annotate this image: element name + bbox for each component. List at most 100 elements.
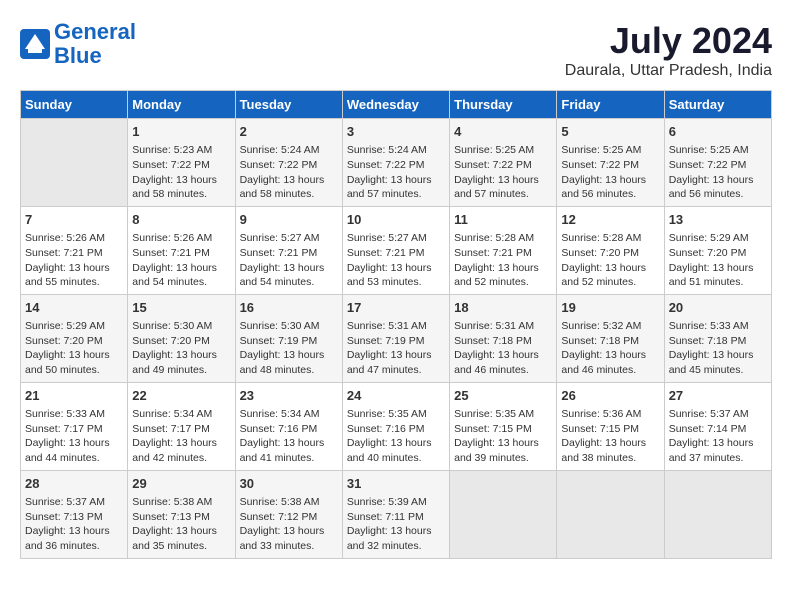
date-number: 28 [25,475,123,493]
logo: General Blue [20,20,136,68]
date-number: 8 [132,211,230,229]
cell-info: Sunrise: 5:35 AM Sunset: 7:15 PM Dayligh… [454,407,552,466]
header-cell-friday: Friday [557,91,664,119]
date-number: 7 [25,211,123,229]
week-row-1: 1 Sunrise: 5:23 AM Sunset: 7:22 PM Daylig… [21,119,772,207]
cell-info: Sunrise: 5:39 AM Sunset: 7:11 PM Dayligh… [347,495,445,554]
calendar-cell: 6 Sunrise: 5:25 AM Sunset: 7:22 PM Daylig… [664,119,771,207]
header-cell-thursday: Thursday [450,91,557,119]
calendar-cell [21,119,128,207]
calendar-cell: 15 Sunrise: 5:30 AM Sunset: 7:20 PM Dayli… [128,294,235,382]
calendar-cell: 18 Sunrise: 5:31 AM Sunset: 7:18 PM Dayli… [450,294,557,382]
date-number: 30 [240,475,338,493]
date-number: 13 [669,211,767,229]
cell-info: Sunrise: 5:25 AM Sunset: 7:22 PM Dayligh… [561,143,659,202]
calendar-cell: 10 Sunrise: 5:27 AM Sunset: 7:21 PM Dayli… [342,206,449,294]
cell-info: Sunrise: 5:25 AM Sunset: 7:22 PM Dayligh… [454,143,552,202]
week-row-4: 21 Sunrise: 5:33 AM Sunset: 7:17 PM Dayli… [21,382,772,470]
date-number: 17 [347,299,445,317]
calendar-cell: 30 Sunrise: 5:38 AM Sunset: 7:12 PM Dayli… [235,470,342,558]
calendar-cell: 8Sunrise: 5:26 AM Sunset: 7:21 PM Daylig… [128,206,235,294]
date-number: 22 [132,387,230,405]
cell-info: Sunrise: 5:25 AM Sunset: 7:22 PM Dayligh… [669,143,767,202]
title-block: July 2024 Daurala, Uttar Pradesh, India [565,20,772,80]
cell-info: Sunrise: 5:23 AM Sunset: 7:22 PM Dayligh… [132,143,230,202]
date-number: 1 [132,123,230,141]
logo-text: General Blue [54,20,136,68]
calendar-cell: 26 Sunrise: 5:36 AM Sunset: 7:15 PM Dayli… [557,382,664,470]
cell-info: Sunrise: 5:27 AM Sunset: 7:21 PM Dayligh… [347,231,445,290]
date-number: 27 [669,387,767,405]
cell-info: Sunrise: 5:38 AM Sunset: 7:13 PM Dayligh… [132,495,230,554]
cell-info: Sunrise: 5:26 AM Sunset: 7:21 PM Dayligh… [25,231,123,290]
cell-info: Sunrise: 5:28 AM Sunset: 7:20 PM Dayligh… [561,231,659,290]
cell-info: Sunrise: 5:33 AM Sunset: 7:17 PM Dayligh… [25,407,123,466]
date-number: 12 [561,211,659,229]
header-cell-monday: Monday [128,91,235,119]
cell-info: Sunrise: 5:37 AM Sunset: 7:14 PM Dayligh… [669,407,767,466]
calendar-cell: 1 Sunrise: 5:23 AM Sunset: 7:22 PM Daylig… [128,119,235,207]
date-number: 9 [240,211,338,229]
date-number: 29 [132,475,230,493]
week-row-2: 7 Sunrise: 5:26 AM Sunset: 7:21 PM Daylig… [21,206,772,294]
calendar-cell: 22Sunrise: 5:34 AM Sunset: 7:17 PM Dayli… [128,382,235,470]
date-number: 31 [347,475,445,493]
date-number: 15 [132,299,230,317]
date-number: 19 [561,299,659,317]
date-number: 25 [454,387,552,405]
header-row: SundayMondayTuesdayWednesdayThursdayFrid… [21,91,772,119]
calendar-cell: 13 Sunrise: 5:29 AM Sunset: 7:20 PM Dayli… [664,206,771,294]
header-cell-saturday: Saturday [664,91,771,119]
calendar-cell: 19 Sunrise: 5:32 AM Sunset: 7:18 PM Dayli… [557,294,664,382]
calendar-cell: 2 Sunrise: 5:24 AM Sunset: 7:22 PM Daylig… [235,119,342,207]
header-cell-sunday: Sunday [21,91,128,119]
calendar-cell [450,470,557,558]
date-number: 2 [240,123,338,141]
calendar-cell [557,470,664,558]
cell-info: Sunrise: 5:30 AM Sunset: 7:20 PM Dayligh… [132,319,230,378]
calendar-cell: 9Sunrise: 5:27 AM Sunset: 7:21 PM Daylig… [235,206,342,294]
calendar-cell: 3Sunrise: 5:24 AM Sunset: 7:22 PM Daylig… [342,119,449,207]
cell-info: Sunrise: 5:38 AM Sunset: 7:12 PM Dayligh… [240,495,338,554]
cell-info: Sunrise: 5:31 AM Sunset: 7:19 PM Dayligh… [347,319,445,378]
header-cell-wednesday: Wednesday [342,91,449,119]
cell-info: Sunrise: 5:24 AM Sunset: 7:22 PM Dayligh… [347,143,445,202]
calendar-cell: 20 Sunrise: 5:33 AM Sunset: 7:18 PM Dayli… [664,294,771,382]
calendar-cell: 23Sunrise: 5:34 AM Sunset: 7:16 PM Dayli… [235,382,342,470]
calendar-cell: 11 Sunrise: 5:28 AM Sunset: 7:21 PM Dayli… [450,206,557,294]
page-title: July 2024 [565,20,772,62]
cell-info: Sunrise: 5:28 AM Sunset: 7:21 PM Dayligh… [454,231,552,290]
date-number: 18 [454,299,552,317]
calendar-cell: 29 Sunrise: 5:38 AM Sunset: 7:13 PM Dayli… [128,470,235,558]
calendar-cell: 31 Sunrise: 5:39 AM Sunset: 7:11 PM Dayli… [342,470,449,558]
calendar-cell: 24 Sunrise: 5:35 AM Sunset: 7:16 PM Dayli… [342,382,449,470]
calendar-cell: 21 Sunrise: 5:33 AM Sunset: 7:17 PM Dayli… [21,382,128,470]
date-number: 10 [347,211,445,229]
date-number: 21 [25,387,123,405]
date-number: 11 [454,211,552,229]
date-number: 5 [561,123,659,141]
logo-icon [20,29,50,59]
calendar-table: SundayMondayTuesdayWednesdayThursdayFrid… [20,90,772,559]
date-number: 26 [561,387,659,405]
calendar-cell: 27 Sunrise: 5:37 AM Sunset: 7:14 PM Dayli… [664,382,771,470]
calendar-cell: 4Sunrise: 5:25 AM Sunset: 7:22 PM Daylig… [450,119,557,207]
date-number: 6 [669,123,767,141]
calendar-cell: 12 Sunrise: 5:28 AM Sunset: 7:20 PM Dayli… [557,206,664,294]
cell-info: Sunrise: 5:31 AM Sunset: 7:18 PM Dayligh… [454,319,552,378]
calendar-cell: 16Sunrise: 5:30 AM Sunset: 7:19 PM Dayli… [235,294,342,382]
page-subtitle: Daurala, Uttar Pradesh, India [565,62,772,80]
date-number: 16 [240,299,338,317]
cell-info: Sunrise: 5:33 AM Sunset: 7:18 PM Dayligh… [669,319,767,378]
date-number: 20 [669,299,767,317]
cell-info: Sunrise: 5:29 AM Sunset: 7:20 PM Dayligh… [669,231,767,290]
cell-info: Sunrise: 5:35 AM Sunset: 7:16 PM Dayligh… [347,407,445,466]
cell-info: Sunrise: 5:36 AM Sunset: 7:15 PM Dayligh… [561,407,659,466]
cell-info: Sunrise: 5:32 AM Sunset: 7:18 PM Dayligh… [561,319,659,378]
cell-info: Sunrise: 5:24 AM Sunset: 7:22 PM Dayligh… [240,143,338,202]
calendar-cell: 28Sunrise: 5:37 AM Sunset: 7:13 PM Dayli… [21,470,128,558]
cell-info: Sunrise: 5:34 AM Sunset: 7:16 PM Dayligh… [240,407,338,466]
date-number: 24 [347,387,445,405]
calendar-cell: 7 Sunrise: 5:26 AM Sunset: 7:21 PM Daylig… [21,206,128,294]
calendar-cell: 14Sunrise: 5:29 AM Sunset: 7:20 PM Dayli… [21,294,128,382]
